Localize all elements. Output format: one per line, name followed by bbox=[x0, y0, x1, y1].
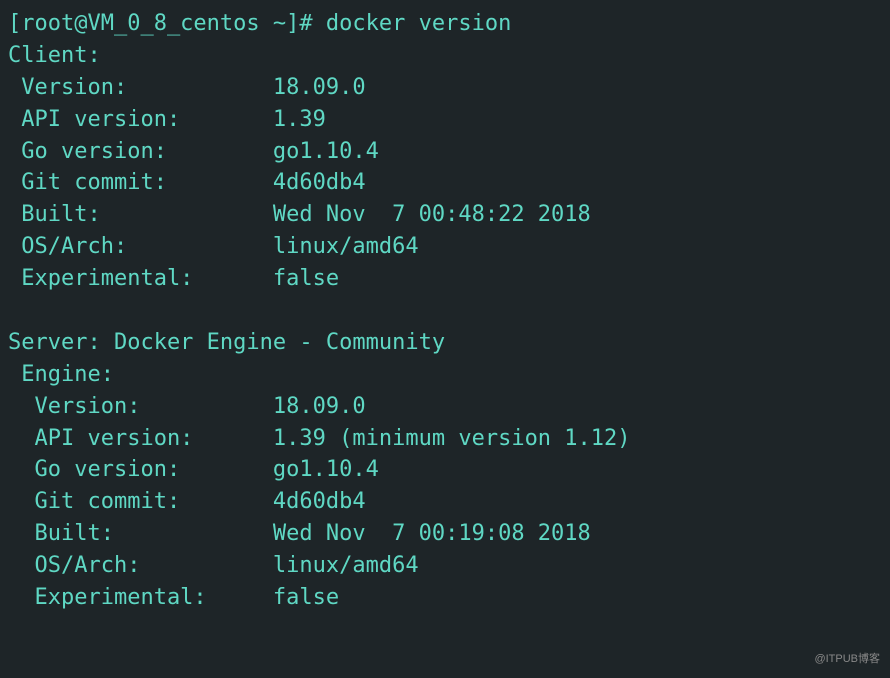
server-os-row: OS/Arch: linux/amd64 bbox=[8, 550, 882, 582]
client-version-value: 18.09.0 bbox=[273, 75, 366, 100]
server-os-label: OS/Arch: bbox=[8, 553, 273, 578]
server-os-value: linux/amd64 bbox=[273, 553, 419, 578]
server-version-label: Version: bbox=[8, 394, 273, 419]
server-built-value: Wed Nov 7 00:19:08 2018 bbox=[273, 521, 591, 546]
client-version-label: Version: bbox=[8, 75, 273, 100]
engine-header: Engine: bbox=[8, 359, 882, 391]
client-header: Client: bbox=[8, 40, 882, 72]
client-git-row: Git commit: 4d60db4 bbox=[8, 167, 882, 199]
server-git-value: 4d60db4 bbox=[273, 489, 366, 514]
client-api-row: API version: 1.39 bbox=[8, 104, 882, 136]
terminal-output: [root@VM_0_8_centos ~]# docker version C… bbox=[8, 8, 882, 614]
client-api-value: 1.39 bbox=[273, 107, 326, 132]
server-api-row: API version: 1.39 (minimum version 1.12) bbox=[8, 423, 882, 455]
client-exp-row: Experimental: false bbox=[8, 263, 882, 295]
client-go-value: go1.10.4 bbox=[273, 139, 379, 164]
server-exp-label: Experimental: bbox=[8, 585, 273, 610]
client-exp-value: false bbox=[273, 266, 339, 291]
client-os-label: OS/Arch: bbox=[8, 234, 273, 259]
server-exp-value: false bbox=[273, 585, 339, 610]
client-built-value: Wed Nov 7 00:48:22 2018 bbox=[273, 202, 591, 227]
server-built-row: Built: Wed Nov 7 00:19:08 2018 bbox=[8, 518, 882, 550]
server-go-row: Go version: go1.10.4 bbox=[8, 454, 882, 486]
server-api-value: 1.39 (minimum version 1.12) bbox=[273, 426, 631, 451]
client-os-row: OS/Arch: linux/amd64 bbox=[8, 231, 882, 263]
server-version-value: 18.09.0 bbox=[273, 394, 366, 419]
client-built-label: Built: bbox=[8, 202, 273, 227]
command-text: docker version bbox=[326, 11, 511, 36]
server-git-label: Git commit: bbox=[8, 489, 273, 514]
client-api-label: API version: bbox=[8, 107, 273, 132]
server-exp-row: Experimental: false bbox=[8, 582, 882, 614]
server-version-row: Version: 18.09.0 bbox=[8, 391, 882, 423]
server-built-label: Built: bbox=[8, 521, 273, 546]
blank-line bbox=[8, 295, 882, 327]
client-os-value: linux/amd64 bbox=[273, 234, 419, 259]
shell-prompt: [root@VM_0_8_centos ~]# bbox=[8, 11, 326, 36]
server-go-label: Go version: bbox=[8, 457, 273, 482]
server-git-row: Git commit: 4d60db4 bbox=[8, 486, 882, 518]
client-exp-label: Experimental: bbox=[8, 266, 273, 291]
server-go-value: go1.10.4 bbox=[273, 457, 379, 482]
client-git-value: 4d60db4 bbox=[273, 170, 366, 195]
watermark-text: @ITPUB博客 bbox=[814, 652, 880, 668]
server-api-label: API version: bbox=[8, 426, 273, 451]
server-header: Server: Docker Engine - Community bbox=[8, 327, 882, 359]
client-git-label: Git commit: bbox=[8, 170, 273, 195]
client-go-row: Go version: go1.10.4 bbox=[8, 136, 882, 168]
command-line: [root@VM_0_8_centos ~]# docker version bbox=[8, 8, 882, 40]
client-version-row: Version: 18.09.0 bbox=[8, 72, 882, 104]
client-go-label: Go version: bbox=[8, 139, 273, 164]
client-built-row: Built: Wed Nov 7 00:48:22 2018 bbox=[8, 199, 882, 231]
